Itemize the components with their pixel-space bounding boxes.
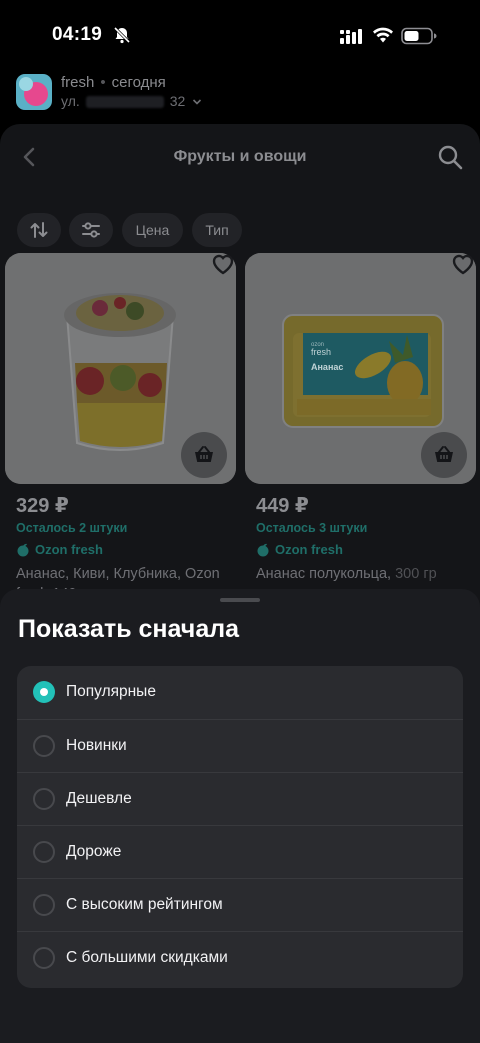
product-title: Ананас полукольца, — [256, 566, 392, 582]
sort-option-label: Популярные — [66, 683, 156, 700]
delivery-time: сегодня — [111, 74, 166, 91]
battery-icon — [401, 27, 437, 45]
seller-badge: Ozon fresh — [16, 542, 103, 557]
radio-empty-icon — [33, 734, 55, 757]
favorite-heart-icon[interactable] — [210, 252, 236, 276]
app-logo[interactable] — [16, 74, 52, 110]
stock-remaining: Осталось 2 штуки — [16, 521, 128, 535]
package-brand: fresh — [311, 347, 331, 357]
sort-option-label: Дешевле — [66, 789, 132, 807]
page-title: Фрукты и овощи — [173, 148, 307, 165]
package-label: Ананас — [311, 362, 343, 372]
basket-icon — [195, 446, 213, 462]
filters-chip[interactable] — [69, 213, 113, 247]
radio-empty-icon — [33, 893, 55, 916]
sheet-drag-handle[interactable] — [220, 598, 260, 602]
bell-muted-icon — [113, 26, 131, 44]
radio-empty-icon — [33, 840, 55, 863]
radio-empty-icon — [33, 787, 55, 810]
basket-icon — [435, 446, 453, 462]
product-name[interactable]: Ананас, Киви, Клубника, Ozon fresh 140 г… — [16, 564, 238, 592]
sort-option-popular[interactable]: Популярные — [17, 666, 463, 718]
add-to-cart-button[interactable] — [181, 432, 227, 478]
sort-options-list: Популярные Новинки Дешевле Дороже С высо… — [17, 666, 463, 988]
sort-option-big-discounts[interactable]: С большими скидками — [17, 931, 463, 983]
ozon-fresh-leaf-icon — [257, 543, 269, 556]
favorite-heart-icon[interactable] — [450, 252, 476, 276]
search-icon[interactable] — [436, 143, 464, 171]
seller-badge: Ozon fresh — [256, 542, 343, 557]
price-filter-chip[interactable]: Цена — [122, 213, 183, 247]
product-price: 329 ₽ — [16, 495, 69, 517]
address-street-prefix: ул. — [61, 93, 80, 109]
seller-name: Ozon fresh — [275, 542, 343, 557]
cellular-signal-icon — [340, 29, 362, 44]
add-to-cart-button[interactable] — [421, 432, 467, 478]
status-time: 04:19 — [52, 24, 103, 45]
sort-option-high-rating[interactable]: С высоким рейтингом — [17, 878, 463, 930]
filter-sliders-icon — [82, 222, 100, 238]
type-filter-chip[interactable]: Тип — [192, 213, 242, 247]
seller-name: Ozon fresh — [35, 542, 103, 557]
sort-option-label: С высоким рейтингом — [66, 895, 223, 913]
address-redacted — [85, 96, 164, 109]
product-weight: 300 гр — [395, 566, 437, 582]
wifi-icon — [373, 27, 393, 43]
sort-option-new[interactable]: Новинки — [17, 719, 463, 771]
stock-remaining: Осталось 3 штуки — [256, 521, 368, 535]
product-name[interactable]: Ананас полукольца, 300 гр — [256, 564, 478, 584]
sort-option-expensive[interactable]: Дороже — [17, 825, 463, 877]
radio-empty-icon — [33, 946, 55, 969]
sort-option-label: Дороже — [66, 842, 122, 860]
address-selector[interactable]: ул. 32 — [61, 93, 202, 109]
product-price: 449 ₽ — [256, 495, 309, 517]
brand-name: fresh — [61, 74, 95, 91]
sort-option-cheaper[interactable]: Дешевле — [17, 772, 463, 824]
address-house-number: 32 — [169, 93, 186, 109]
sort-option-label: С большими скидками — [66, 948, 228, 966]
sort-arrows-icon — [30, 222, 48, 238]
chevron-down-icon — [193, 99, 202, 105]
sheet-title: Показать сначала — [18, 615, 240, 643]
radio-selected-icon — [33, 681, 55, 703]
delivery-brand[interactable]: fresh • сегодня — [61, 74, 166, 91]
sort-chip[interactable] — [17, 213, 61, 247]
sort-option-label: Новинки — [66, 736, 127, 754]
ozon-fresh-leaf-icon — [17, 543, 29, 556]
